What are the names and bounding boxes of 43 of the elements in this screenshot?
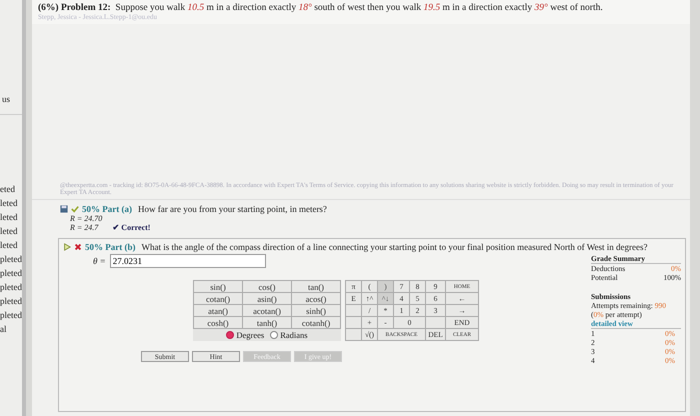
variable-label: θ = [93,256,106,266]
function-key[interactable]: acotan() [243,305,291,316]
function-key[interactable]: cos() [243,281,291,292]
sidebar-item[interactable]: leted [0,210,22,224]
blank-key [426,317,445,328]
blank-key [346,317,361,328]
question-text: How far are you from your starting point, in meters? [138,204,327,214]
function-key[interactable]: sin() [194,281,242,292]
function-key[interactable]: atan() [194,305,242,316]
sidebar-item[interactable]: eted [0,182,22,196]
function-key[interactable]: cosh() [194,317,242,328]
angle-mode-radio[interactable]: Degrees [226,330,264,340]
sidebar-item[interactable]: leted [0,238,22,252]
sidebar-item[interactable]: pleted [0,280,22,294]
part-label: 50% Part (a) [82,204,132,214]
sidebar-item[interactable]: pleted [0,266,22,280]
blank-key [346,305,361,316]
function-key[interactable]: cotan() [194,293,242,304]
part-label: 50% Part (b) [85,242,136,252]
floppy-icon[interactable] [60,205,68,213]
function-key[interactable]: asin() [243,293,291,304]
function-key[interactable]: cotanh() [292,317,340,328]
answer-text: R = 24.7 [70,223,98,232]
correct-status: ✔ Correct! [112,223,150,232]
function-key[interactable]: acos() [292,293,340,304]
sidebar-item[interactable]: pleted [0,252,22,266]
cross-icon [74,243,82,251]
question-text: What is the angle of the compass direction of a line connecting your starting point to your final position measured North of West in degrees? [142,242,648,252]
sidebar-item[interactable]: pleted [0,294,22,308]
function-key[interactable]: sinh() [292,305,340,316]
answer-field[interactable]: 27.0231 [110,254,266,268]
answer-text: R = 24.70 [70,214,102,223]
blank-key [346,329,361,340]
function-key[interactable]: tanh() [243,317,291,328]
sidebar-item[interactable]: al [0,322,22,336]
problem-statement: (6%) Problem 12: Suppose you walk 10.5 m in a direction exactly 18° south of west then you walk 19.5 m in a direction exactly 39° west of north. [38,3,604,13]
sidebar-item[interactable]: leted [0,196,22,210]
sidebar-heading: us [0,0,22,115]
play-icon[interactable] [63,243,71,251]
function-key[interactable]: tan() [292,281,340,292]
sidebar-item[interactable]: leted [0,224,22,238]
sidebar-item[interactable]: pleted [0,308,22,322]
angle-mode-radio[interactable]: Radians [270,330,308,340]
